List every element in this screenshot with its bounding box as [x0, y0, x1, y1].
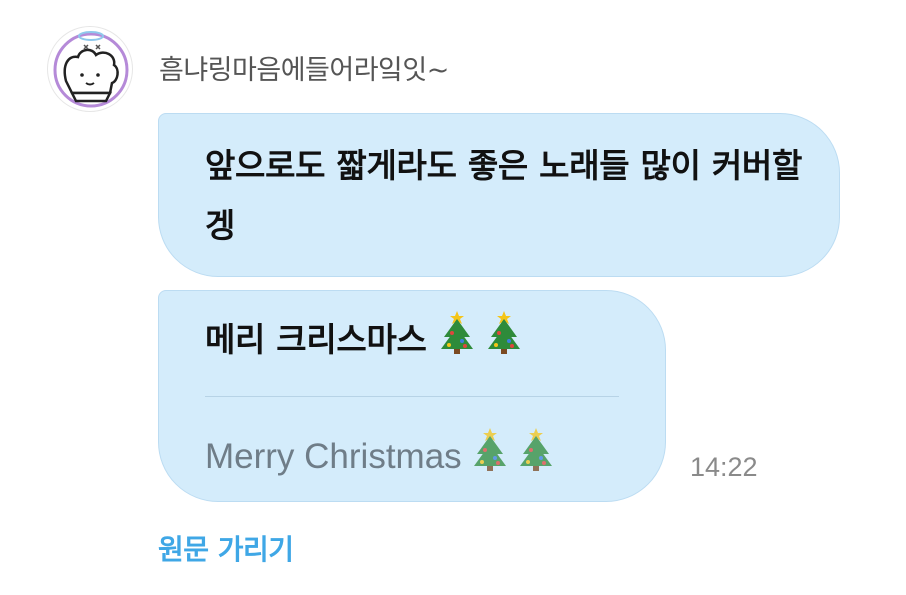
translation-divider: [205, 396, 619, 397]
christmas-tree-icon: [519, 426, 553, 481]
sender-name: 흠냐링마음에들어라잌잇~: [159, 55, 449, 86]
hide-original-link[interactable]: 원문 가리기: [158, 528, 294, 568]
avatar-drawing-icon: [53, 31, 129, 108]
translation-row: Merry Christmas: [205, 426, 553, 481]
translation-text: Merry Christmas: [205, 437, 462, 476]
message-text-row: 메리 크리스마스: [205, 309, 521, 374]
christmas-tree-icon: [440, 309, 474, 374]
message-text: 앞으로도 짧게라도 좋은 노래들 많이 커버할겡: [205, 146, 803, 245]
message-text: 메리 크리스마스: [205, 320, 427, 359]
message-bubble-translated[interactable]: 메리 크리스마스 Merry Christmas: [158, 290, 666, 502]
avatar[interactable]: [47, 26, 133, 112]
message-bubble[interactable]: 앞으로도 짧게라도 좋은 노래들 많이 커버할겡: [158, 113, 840, 277]
message-timestamp: 14:22: [690, 452, 758, 482]
christmas-tree-icon: [473, 426, 507, 481]
christmas-tree-icon: [487, 309, 521, 374]
